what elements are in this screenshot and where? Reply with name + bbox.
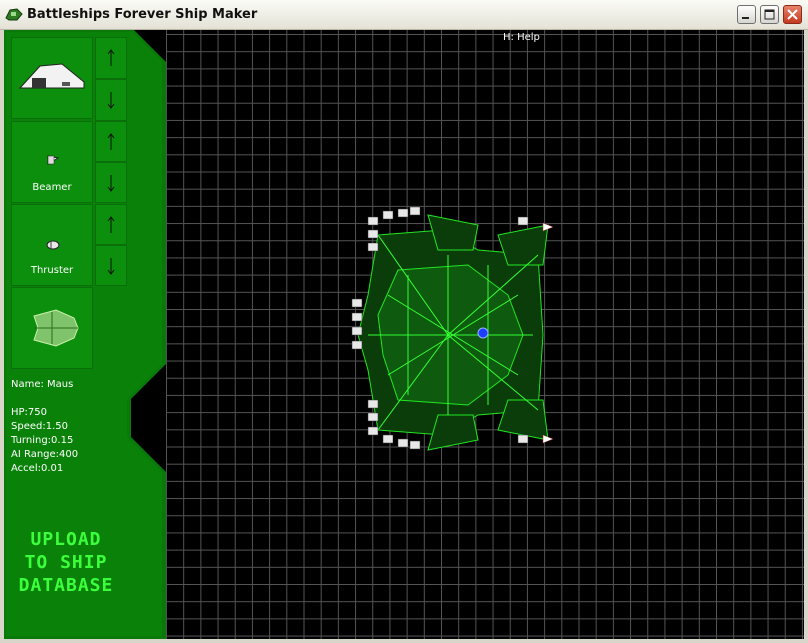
help-hint: H: Help bbox=[503, 32, 540, 43]
stat-ai-range: AI Range:400 bbox=[11, 449, 79, 460]
part-slot-1[interactable] bbox=[11, 37, 93, 119]
slot-label-thruster: Thruster bbox=[30, 265, 74, 276]
ship-thumbnail-icon bbox=[33, 309, 79, 347]
window-border-right bbox=[804, 30, 808, 643]
ship-name: Name: Maus bbox=[11, 379, 74, 390]
ship-preview[interactable] bbox=[11, 287, 93, 369]
upload-line-2: TO SHIP bbox=[24, 552, 108, 573]
slot-1-up-button[interactable] bbox=[95, 37, 127, 79]
close-icon bbox=[787, 9, 798, 20]
minimize-button[interactable] bbox=[737, 5, 756, 24]
hull-part-icon bbox=[18, 63, 85, 89]
window-title: Battleships Forever Ship Maker bbox=[27, 7, 258, 22]
arrow-down-icon bbox=[107, 175, 115, 192]
upload-line-1: UPLOAD bbox=[30, 529, 102, 550]
arrow-down-icon bbox=[107, 92, 115, 109]
ship-core bbox=[477, 327, 489, 339]
upload-to-database-button[interactable]: UPLOAD TO SHIP DATABASE bbox=[10, 528, 122, 597]
ship-design[interactable] bbox=[348, 195, 562, 470]
thruster-icon bbox=[46, 240, 60, 250]
app-icon bbox=[5, 8, 23, 21]
slot-2-up-button[interactable] bbox=[95, 121, 127, 162]
stat-hp: HP:750 bbox=[11, 407, 48, 418]
window-border-bottom bbox=[0, 639, 808, 643]
beamer-icon bbox=[47, 155, 60, 165]
slot-2-down-button[interactable] bbox=[95, 162, 127, 203]
slot-label-beamer: Beamer bbox=[32, 182, 72, 193]
stat-turning: Turning:0.15 bbox=[11, 435, 74, 446]
slot-3-down-button[interactable] bbox=[95, 245, 127, 286]
maximize-button[interactable] bbox=[760, 5, 779, 24]
part-slot-thruster[interactable]: Thruster bbox=[11, 204, 93, 286]
stat-speed: Speed:1.50 bbox=[11, 421, 68, 432]
minimize-icon bbox=[742, 17, 749, 19]
upload-line-3: DATABASE bbox=[18, 575, 114, 596]
maximize-icon bbox=[764, 9, 775, 20]
arrow-down-icon bbox=[107, 258, 115, 275]
stat-accel: Accel:0.01 bbox=[11, 463, 64, 474]
title-bar[interactable]: Battleships Forever Ship Maker bbox=[0, 0, 808, 30]
arrow-up-icon bbox=[107, 216, 115, 233]
slot-1-down-button[interactable] bbox=[95, 79, 127, 121]
close-button[interactable] bbox=[783, 5, 802, 24]
arrow-up-icon bbox=[107, 133, 115, 150]
arrow-up-icon bbox=[107, 49, 115, 66]
part-slot-beamer[interactable]: Beamer bbox=[11, 121, 93, 203]
slot-3-up-button[interactable] bbox=[95, 204, 127, 245]
